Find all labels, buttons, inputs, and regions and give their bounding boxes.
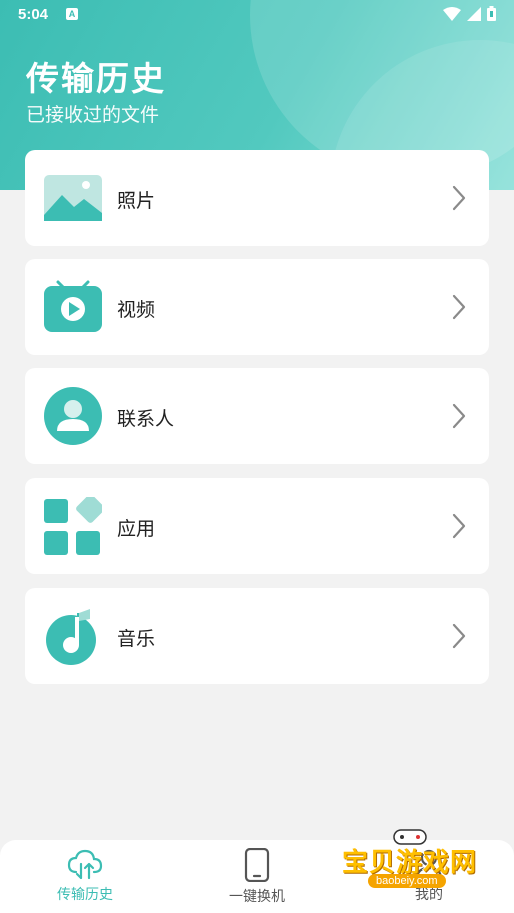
battery-icon [487, 6, 496, 21]
notification-icon: A [66, 8, 78, 20]
nav-label: 传输历史 [57, 887, 113, 903]
music-icon [46, 609, 96, 665]
nav-item-phone-switch[interactable]: 一键换机 [197, 848, 317, 906]
status-icons [443, 6, 496, 21]
chevron-right-icon [452, 623, 466, 649]
list-item-label: 联系人 [117, 408, 175, 430]
watermark-url: baobeiy.com [368, 874, 446, 888]
list-item-apps[interactable]: 应用 [25, 478, 489, 574]
nav-item-history[interactable]: 传输历史 [25, 848, 145, 904]
list-item-label: 音乐 [117, 628, 156, 650]
video-icon [44, 280, 102, 332]
contact-icon [44, 387, 102, 445]
wifi-icon [443, 6, 461, 21]
nav-label: 一键换机 [229, 889, 285, 905]
list-item-video[interactable]: 视频 [25, 259, 489, 355]
photo-icon [44, 175, 102, 221]
list-item-label: 照片 [117, 190, 156, 212]
chevron-right-icon [452, 513, 466, 539]
signal-icon [467, 6, 481, 21]
cloud-transfer-icon [67, 849, 103, 880]
status-bar: 5:04 A [0, 0, 514, 30]
chevron-right-icon [452, 403, 466, 429]
list-item-music[interactable]: 音乐 [25, 588, 489, 684]
list-item-photos[interactable]: 照片 [25, 150, 489, 246]
chevron-right-icon [452, 294, 466, 320]
phone-icon [244, 848, 270, 882]
list-item-label: 应用 [117, 518, 156, 540]
list-item-label: 视频 [117, 299, 156, 321]
page-subtitle: 已接收过的文件 [26, 104, 160, 126]
page-title: 传输历史 [26, 59, 166, 98]
status-time: 5:04 [18, 6, 49, 23]
apps-icon [44, 497, 102, 555]
list-item-contacts[interactable]: 联系人 [25, 368, 489, 464]
watermark: 宝贝游戏网 baobeiy.com [338, 826, 488, 896]
chevron-right-icon [452, 185, 466, 211]
